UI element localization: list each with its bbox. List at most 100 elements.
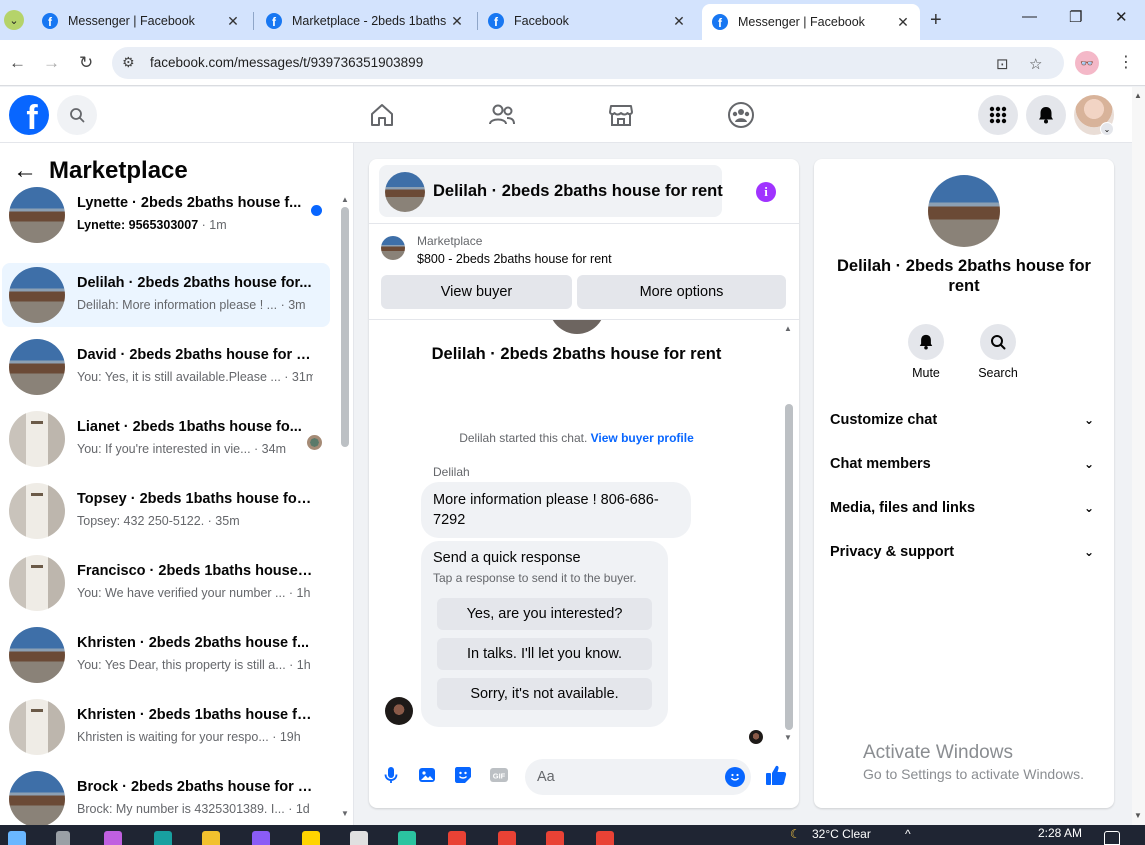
search-icon[interactable] xyxy=(57,95,97,135)
back-icon[interactable]: ← xyxy=(9,53,26,73)
chat-members-section[interactable]: Chat members ⌄ xyxy=(830,446,1098,482)
browser-tab-4-active[interactable]: f Messenger | Facebook ✕ xyxy=(702,4,920,40)
conversation-item[interactable]: Francisco · 2beds 1baths house f... You:… xyxy=(2,551,330,615)
mute-button[interactable]: Mute xyxy=(896,324,956,380)
browser-tab-2[interactable]: f Marketplace - 2beds 1baths ✕ xyxy=(256,6,474,36)
details-avatar[interactable] xyxy=(928,175,1000,247)
sticker-icon[interactable] xyxy=(453,765,473,785)
notifications-bell-icon[interactable] xyxy=(1026,95,1066,135)
customize-chat-section[interactable]: Customize chat ⌄ xyxy=(830,402,1098,438)
scroll-up-icon[interactable]: ▲ xyxy=(341,195,349,204)
tray-chevron-icon[interactable]: ^ xyxy=(905,827,911,841)
message-bubble[interactable]: More information please ! 806-686-7292 xyxy=(421,482,691,538)
task-view-icon[interactable] xyxy=(56,831,70,845)
conversation-item[interactable]: Lianet · 2beds 1baths house fo... You: I… xyxy=(2,407,330,471)
chrome-icon[interactable] xyxy=(448,831,466,845)
url-text[interactable]: facebook.com/messages/t/939736351903899 xyxy=(150,55,423,70)
chrome-icon[interactable] xyxy=(498,831,516,845)
site-settings-icon[interactable]: ⚙ xyxy=(122,54,135,71)
window-close-icon[interactable]: ✕ xyxy=(1115,8,1128,26)
scroll-down-icon[interactable]: ▼ xyxy=(341,809,349,818)
app-icon[interactable] xyxy=(154,831,172,845)
menu-grid-icon[interactable] xyxy=(978,95,1018,135)
chat-scrollbar[interactable] xyxy=(785,404,793,730)
close-icon[interactable]: ✕ xyxy=(894,14,912,31)
photo-icon[interactable] xyxy=(417,765,437,785)
page-scrollbar[interactable]: ▲ ▼ xyxy=(1132,87,1145,825)
scroll-down-icon[interactable]: ▼ xyxy=(784,733,792,742)
browser-tab-1[interactable]: f Messenger | Facebook ✕ xyxy=(32,6,250,36)
clock-time[interactable]: 2:28 AM xyxy=(1038,826,1082,840)
app-icon[interactable] xyxy=(350,831,368,845)
conversation-item[interactable]: Brock · 2beds 2baths house for r... Broc… xyxy=(2,767,330,825)
browser-profile-icon[interactable]: 👓 xyxy=(1075,51,1099,75)
omnibox[interactable]: ⚙ facebook.com/messages/t/93973635190389… xyxy=(112,47,1064,79)
app-icon[interactable] xyxy=(252,831,270,845)
message-input[interactable] xyxy=(525,759,751,795)
search-icon xyxy=(980,324,1016,360)
sticky-notes-icon[interactable] xyxy=(302,831,320,845)
close-icon[interactable]: ✕ xyxy=(224,13,242,30)
more-options-button[interactable]: More options xyxy=(577,275,786,309)
info-icon[interactable]: i xyxy=(756,182,776,202)
chevron-down-icon[interactable]: ⌄ xyxy=(1100,122,1114,136)
tab-title: Facebook xyxy=(514,14,569,28)
conversation-item[interactable]: Khristen · 2beds 2baths house f... You: … xyxy=(2,623,330,687)
bookmark-star-icon[interactable]: ☆ xyxy=(1029,55,1042,73)
close-icon[interactable]: ✕ xyxy=(448,13,466,30)
conversation-item[interactable]: Khristen · 2beds 1baths house fo... Khri… xyxy=(2,695,330,759)
thumbs-up-icon[interactable] xyxy=(765,764,787,786)
new-tab-icon[interactable]: + xyxy=(930,9,942,32)
browser-menu-icon[interactable]: ⋮ xyxy=(1118,52,1134,72)
scroll-down-icon[interactable]: ▼ xyxy=(1134,811,1142,820)
listing-title[interactable]: $800 - 2beds 2baths house for rent xyxy=(417,252,612,266)
windows-start-icon[interactable] xyxy=(8,831,26,845)
restore-icon[interactable]: ❐ xyxy=(1069,8,1082,26)
privacy-support-section[interactable]: Privacy & support ⌄ xyxy=(830,534,1098,570)
view-buyer-button[interactable]: View buyer xyxy=(381,275,572,309)
listing-thumbnail xyxy=(9,699,65,755)
conversation-item[interactable]: Topsey · 2beds 1baths house for ... Tops… xyxy=(2,479,330,543)
close-icon[interactable]: ✕ xyxy=(670,13,688,30)
media-files-links-section[interactable]: Media, files and links ⌄ xyxy=(830,490,1098,526)
install-app-icon[interactable]: ⊡ xyxy=(996,55,1009,73)
sidebar-scrollbar[interactable] xyxy=(341,207,349,447)
copilot-icon[interactable] xyxy=(104,831,122,845)
conversation-item-selected[interactable]: Delilah · 2beds 2baths house for... Deli… xyxy=(2,263,330,327)
conversation-item[interactable]: Lynette · 2beds 2baths house f... Lynett… xyxy=(2,183,330,247)
notification-center-icon[interactable] xyxy=(1104,831,1120,845)
file-explorer-icon[interactable] xyxy=(202,831,220,845)
minimize-icon[interactable]: — xyxy=(1022,8,1037,25)
scroll-up-icon[interactable]: ▲ xyxy=(1134,91,1142,100)
chat-header[interactable]: Delilah · 2beds 2baths house for rent xyxy=(379,165,723,217)
browser-tab-3[interactable]: f Facebook ✕ xyxy=(478,6,696,36)
conversation-item[interactable]: David · 2beds 2baths house for r... You:… xyxy=(2,335,330,399)
forward-icon[interactable]: → xyxy=(43,53,60,73)
tab-search-icon[interactable]: ⌄ xyxy=(4,10,24,30)
groups-icon[interactable] xyxy=(726,100,756,130)
facebook-favicon-icon: f xyxy=(42,13,58,29)
back-arrow-icon[interactable]: ← xyxy=(13,157,37,185)
quick-reply-button[interactable]: Yes, are you interested? xyxy=(437,598,652,630)
home-icon[interactable] xyxy=(367,100,397,130)
chrome-icon[interactable] xyxy=(546,831,564,845)
scroll-up-icon[interactable]: ▲ xyxy=(784,324,792,333)
quick-reply-button[interactable]: In talks. I'll let you know. xyxy=(437,638,652,670)
friends-icon[interactable] xyxy=(487,100,517,130)
quick-reply-button[interactable]: Sorry, it's not available. xyxy=(437,678,652,710)
microphone-icon[interactable] xyxy=(381,765,401,785)
marketplace-icon[interactable] xyxy=(606,100,636,130)
view-buyer-profile-link[interactable]: View buyer profile xyxy=(591,431,694,445)
emoji-icon[interactable] xyxy=(725,767,745,787)
section-label: Customize chat xyxy=(830,412,938,428)
weather-text[interactable]: 32°C Clear xyxy=(812,827,871,841)
chrome-icon[interactable] xyxy=(596,831,614,845)
search-button[interactable]: Search xyxy=(968,324,1028,380)
message-composer: GIF xyxy=(369,755,799,799)
gif-icon[interactable]: GIF xyxy=(489,765,509,785)
edge-icon[interactable] xyxy=(398,831,416,845)
conversation-name: Francisco · 2beds 1baths house f... xyxy=(77,563,313,579)
reload-icon[interactable]: ↻ xyxy=(79,53,93,73)
facebook-logo-icon[interactable]: f xyxy=(9,95,49,135)
sender-avatar[interactable] xyxy=(385,697,413,725)
